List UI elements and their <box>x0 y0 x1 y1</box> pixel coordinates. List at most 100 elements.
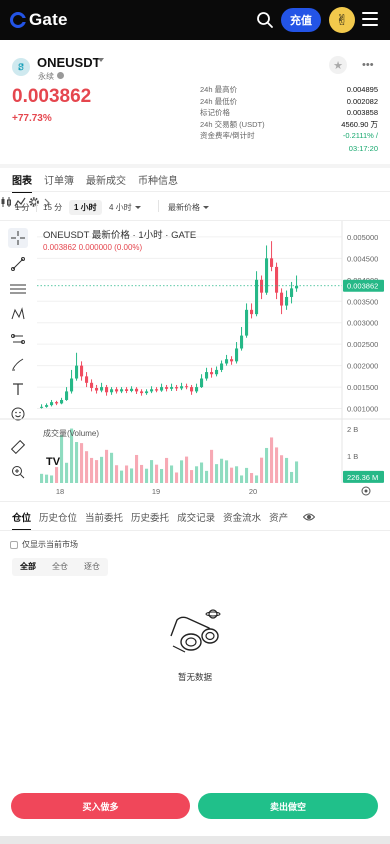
stat-funding-rate: 资金费率/倒计时 -0.2111% / <box>200 131 378 140</box>
empty-binoculars-illustration <box>170 609 221 653</box>
volume-bar <box>180 460 184 483</box>
volume-bar <box>45 474 49 483</box>
volume-bar <box>190 470 194 483</box>
volume-bar <box>285 457 289 483</box>
search-icon[interactable] <box>256 11 274 29</box>
interval-4h-dropdown[interactable]: 4 小时 <box>109 202 141 213</box>
volume-bar <box>115 465 119 483</box>
bottom-bar <box>0 836 390 844</box>
pair-name[interactable]: ONEUSDT <box>37 55 101 70</box>
checkbox[interactable] <box>10 540 18 549</box>
candle-body <box>145 391 149 394</box>
filter-isolated[interactable]: 逐仓 <box>76 558 108 576</box>
gate-logo[interactable]: Gate <box>10 10 68 30</box>
tab-open-orders[interactable]: 当前委托 <box>85 510 123 531</box>
stat-turnover: 24h 交易额 (USDT) 4560.90 万 <box>200 119 378 129</box>
volume-bar <box>165 457 169 483</box>
interval-1m[interactable]: 1 分 <box>15 202 30 213</box>
buy-long-button[interactable]: 买入做多 <box>11 793 190 819</box>
chart-tabs: 图表 订单簿 最新成交 币种信息 <box>12 172 178 193</box>
only-current-market-label: 仅显示当前市场 <box>22 540 78 549</box>
candle-body <box>50 402 54 406</box>
volume-tag-label: 226.36 M <box>347 473 378 482</box>
candle-body <box>55 402 59 404</box>
volume-bar <box>200 462 204 483</box>
volume-bar <box>80 443 84 483</box>
volume-bar <box>90 457 94 483</box>
candle-body <box>210 372 214 375</box>
hamburger-menu-icon[interactable] <box>362 12 378 28</box>
tab-recent-trades[interactable]: 最新成交 <box>86 172 126 193</box>
volume-bar <box>85 451 89 483</box>
candle-body <box>215 369 219 375</box>
volume-bar <box>130 468 134 483</box>
empty-state-text: 暂无数据 <box>177 672 212 682</box>
candlestick-type-icon[interactable] <box>0 196 12 208</box>
candle-body <box>190 387 194 392</box>
sell-short-button[interactable]: 卖出做空 <box>198 793 378 819</box>
tab-chart[interactable]: 图表 <box>12 172 32 193</box>
x-tick-label: 20 <box>249 487 257 496</box>
volume-tick-label: 1 B <box>347 452 358 461</box>
volume-bar <box>265 447 269 483</box>
tab-coin-info[interactable]: 币种信息 <box>138 172 178 193</box>
deposit-button[interactable]: 充值 <box>281 8 321 32</box>
candle-body <box>110 389 114 393</box>
price-type-dropdown[interactable]: 最新价格 <box>168 202 209 213</box>
tab-order-history[interactable]: 历史委托 <box>131 510 169 531</box>
volume-bar <box>175 472 179 483</box>
market-stats: 24h 最高价 0.004895 24h 最低价 0.002082 标记价格 0.00… <box>200 84 378 142</box>
candle-body <box>195 387 199 392</box>
candle-body <box>205 372 209 379</box>
interval-15m[interactable]: 15 分 <box>43 202 62 213</box>
volume-bar <box>245 467 249 483</box>
volume-bar <box>295 461 299 483</box>
tab-position-history[interactable]: 历史仓位 <box>39 510 77 531</box>
avatar[interactable]: ✌ <box>329 7 355 33</box>
candle-body <box>150 389 154 392</box>
eye-icon[interactable] <box>303 511 315 523</box>
candle-body <box>60 399 64 404</box>
volume-bar <box>150 460 154 483</box>
filter-all[interactable]: 全部 <box>12 558 44 576</box>
stat-high: 24h 最高价 0.004895 <box>200 85 378 94</box>
tab-assets[interactable]: 资产 <box>269 510 288 531</box>
more-icon[interactable]: ••• <box>362 59 374 71</box>
tab-fund-flow[interactable]: 资金流水 <box>223 510 261 531</box>
contract-type: 永续 <box>38 72 54 81</box>
volume-bar <box>75 442 79 483</box>
candle-body <box>275 266 279 293</box>
volume-bar <box>145 468 149 483</box>
chart-title: ONEUSDT 最新价格 · 1小时 · GATE <box>43 230 197 241</box>
info-icon[interactable] <box>57 72 64 79</box>
candle-body <box>135 388 139 392</box>
candle-body <box>170 387 174 389</box>
volume-bar <box>110 452 114 483</box>
y-tick-label: 0.004500 <box>347 254 378 263</box>
volume-bar <box>215 464 219 483</box>
tab-trade-history[interactable]: 成交记录 <box>177 510 215 531</box>
tab-positions[interactable]: 仓位 <box>12 510 32 531</box>
last-price: 0.003862 <box>12 86 92 107</box>
chevron-down-icon <box>203 206 209 210</box>
toolbar-divider <box>158 200 159 212</box>
filter-cross[interactable]: 全仓 <box>44 558 76 576</box>
volume-bar <box>210 449 214 483</box>
x-tick-label: 19 <box>152 487 160 496</box>
candle-body <box>85 376 89 383</box>
candle-body <box>180 386 184 389</box>
y-tick-label: 0.002000 <box>347 362 378 371</box>
margin-mode-filter: 全部 全仓 逐仓 <box>12 558 108 576</box>
candle-body <box>125 389 129 391</box>
last-price-label: 0.003862 <box>347 282 378 291</box>
star-icon[interactable]: ★ <box>329 56 347 74</box>
volume-bar <box>230 467 234 483</box>
volume-bar <box>280 455 284 483</box>
only-current-market-checkbox[interactable]: 仅显示当前市场 <box>10 539 78 550</box>
y-tick-label: 0.002500 <box>347 340 378 349</box>
gear-icon[interactable] <box>28 196 40 208</box>
interval-1h[interactable]: 1 小时 <box>69 200 102 215</box>
tab-order-book[interactable]: 订单簿 <box>44 172 74 193</box>
chevron-down-icon[interactable] <box>98 58 104 62</box>
tradingview-logo[interactable]: TV <box>46 456 66 470</box>
